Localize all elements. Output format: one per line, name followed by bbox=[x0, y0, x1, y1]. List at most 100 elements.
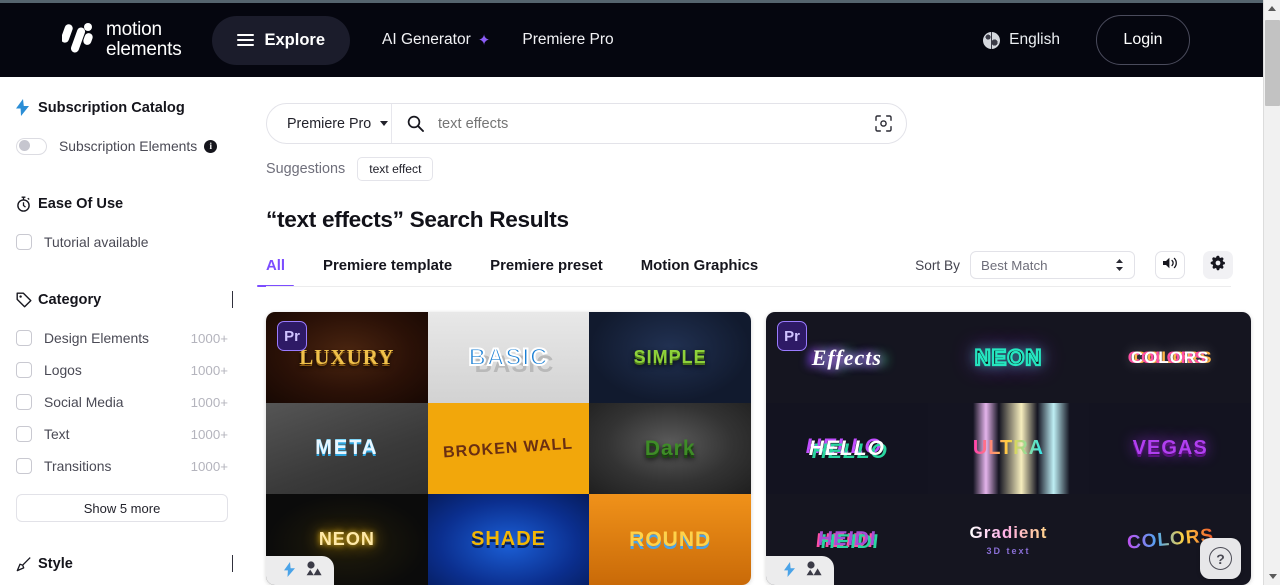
search-category-value: Premiere Pro bbox=[287, 115, 372, 132]
sort-by-label: Sort By bbox=[915, 257, 960, 273]
login-button[interactable]: Login bbox=[1096, 15, 1190, 65]
help-button[interactable]: ? bbox=[1200, 538, 1241, 579]
sidebar-item-label: Text bbox=[44, 426, 70, 442]
sidebar-section-title-style[interactable]: Style bbox=[16, 555, 250, 572]
nav-item-premiere-pro-label: Premiere Pro bbox=[522, 31, 614, 48]
preview-tile-text: NEON bbox=[318, 529, 375, 549]
preview-tile-text: Effects bbox=[811, 344, 882, 370]
language-selector[interactable]: English bbox=[983, 31, 1060, 49]
sidebar-item-label: Logos bbox=[44, 362, 82, 378]
info-icon[interactable]: i bbox=[204, 139, 218, 153]
card-badge-bar bbox=[266, 556, 334, 585]
visual-search-icon[interactable] bbox=[860, 114, 906, 133]
speaker-icon bbox=[1162, 256, 1178, 275]
tab-premiere-preset-label: Premiere preset bbox=[490, 258, 603, 274]
preview-tile: BASIC bbox=[427, 312, 590, 403]
sidebar-item-design-elements[interactable]: Design Elements 1000+ bbox=[16, 322, 250, 354]
logo-mark-icon bbox=[60, 20, 98, 60]
sort-by-select[interactable]: Best Match bbox=[970, 251, 1135, 279]
tab-premiere-template-label: Premiere template bbox=[323, 258, 453, 274]
chevron-up-icon[interactable] bbox=[232, 291, 233, 308]
card-preview-grid: LUXURY BASIC SIMPLE META BROKEN WALL Dar… bbox=[266, 312, 751, 585]
premiere-pro-badge-label: Pr bbox=[784, 327, 800, 345]
header-right-group: English Login bbox=[983, 15, 1190, 65]
question-mark-icon: ? bbox=[1209, 547, 1232, 570]
sidebar-item-label: Design Elements bbox=[44, 330, 150, 346]
preview-tile: VEGAS bbox=[1089, 403, 1251, 494]
stepper-arrows-icon bbox=[1115, 258, 1124, 272]
hamburger-icon bbox=[236, 30, 254, 50]
preview-tile: HELLO bbox=[766, 403, 928, 494]
logos-checkbox[interactable] bbox=[16, 362, 32, 378]
nav-item-premiere-pro[interactable]: Premiere Pro bbox=[522, 31, 613, 49]
transitions-checkbox[interactable] bbox=[16, 458, 32, 474]
chevron-up-icon[interactable] bbox=[232, 555, 233, 572]
result-card[interactable]: Pr LUXURY BASIC SIMPLE META BROKEN WALL … bbox=[266, 312, 751, 585]
tab-motion-graphics-label: Motion Graphics bbox=[640, 258, 759, 274]
sidebar-section-title-category[interactable]: Category bbox=[16, 291, 250, 308]
sidebar-section-style: Style Cute 1000+ bbox=[16, 555, 250, 585]
search-bar: Premiere Pro bbox=[266, 103, 907, 144]
tab-motion-graphics[interactable]: Motion Graphics bbox=[641, 258, 758, 287]
text-checkbox[interactable] bbox=[16, 426, 32, 442]
sort-controls: Sort By Best Match bbox=[915, 251, 1263, 287]
display-settings-button[interactable] bbox=[1203, 251, 1233, 279]
logo-text-line1: motion bbox=[106, 19, 162, 40]
scroll-down-button[interactable] bbox=[1264, 568, 1280, 585]
stopwatch-icon bbox=[16, 196, 38, 212]
tab-premiere-template[interactable]: Premiere template bbox=[323, 258, 452, 287]
help-label: ? bbox=[1216, 550, 1225, 567]
sidebar-item-social-media[interactable]: Social Media 1000+ bbox=[16, 386, 250, 418]
card-badge-bar bbox=[766, 556, 834, 585]
search-input[interactable] bbox=[438, 115, 860, 132]
sidebar-item-text[interactable]: Text 1000+ bbox=[16, 418, 250, 450]
tab-all[interactable]: All bbox=[256, 258, 295, 288]
audio-preview-button[interactable] bbox=[1155, 251, 1185, 279]
scroll-up-button[interactable] bbox=[1264, 0, 1280, 17]
preview-tile-text: BROKEN WALL bbox=[443, 435, 574, 462]
explore-button[interactable]: Explore bbox=[211, 15, 351, 65]
design-elements-checkbox[interactable] bbox=[16, 330, 32, 346]
brush-icon bbox=[16, 556, 38, 572]
preview-tile-text: SHADE bbox=[470, 528, 546, 550]
result-card[interactable]: Pr Effects NEON COLORS HELLO ULTRA VEGAS… bbox=[766, 312, 1251, 585]
nav-item-ai-generator[interactable]: AI Generator ✦ bbox=[382, 31, 490, 49]
scrollbar-thumb[interactable] bbox=[1265, 20, 1280, 106]
sort-by-value: Best Match bbox=[981, 257, 1048, 273]
sidebar-section-label: Ease Of Use bbox=[38, 196, 124, 212]
preview-tile-text: VEGAS bbox=[1132, 437, 1208, 459]
sidebar-section-title-subscription-catalog: Subscription Catalog bbox=[16, 99, 250, 116]
tabs-divider bbox=[266, 286, 1231, 287]
preview-tile: META bbox=[266, 403, 428, 494]
lightning-icon bbox=[16, 99, 38, 116]
sidebar-section-subscription-catalog: Subscription Catalog Subscription Elemen… bbox=[16, 99, 250, 162]
subscription-elements-toggle[interactable] bbox=[16, 137, 47, 155]
category-show-more-button[interactable]: Show 5 more bbox=[16, 494, 228, 522]
tab-all-label: All bbox=[266, 258, 286, 274]
search-category-dropdown[interactable]: Premiere Pro bbox=[267, 104, 392, 143]
sidebar-item-tutorial-available[interactable]: Tutorial available bbox=[16, 226, 250, 258]
tutorial-available-checkbox[interactable] bbox=[16, 234, 32, 250]
suggestion-chip-text-effect[interactable]: text effect bbox=[357, 157, 434, 181]
page-title: “text effects” Search Results bbox=[266, 207, 569, 232]
sidebar-item-transitions[interactable]: Transitions 1000+ bbox=[16, 450, 250, 482]
sidebar-item-logos[interactable]: Logos 1000+ bbox=[16, 354, 250, 386]
results-grid: Pr LUXURY BASIC SIMPLE META BROKEN WALL … bbox=[266, 312, 1263, 585]
sidebar-item-label: Social Media bbox=[44, 394, 124, 410]
preview-tile-text: LUXURY bbox=[299, 345, 395, 369]
preview-tile-text: COLORS bbox=[1130, 347, 1210, 367]
tab-premiere-preset[interactable]: Premiere preset bbox=[490, 258, 603, 287]
sidebar-item-subscription-elements[interactable]: Subscription Elements i bbox=[16, 130, 250, 162]
sidebar-section-label: Category bbox=[38, 292, 102, 308]
social-media-checkbox[interactable] bbox=[16, 394, 32, 410]
category-show-more-label: Show 5 more bbox=[83, 500, 161, 516]
page-scrollbar[interactable] bbox=[1263, 0, 1280, 585]
motionelements-logo[interactable]: motion elements bbox=[60, 19, 182, 60]
sidebar-item-label: Transitions bbox=[44, 458, 112, 474]
sidebar-item-count: 1000+ bbox=[190, 362, 228, 378]
site-header: motion elements Explore AI Generator ✦ P… bbox=[0, 3, 1263, 77]
sparkle-icon: ✦ bbox=[477, 31, 491, 49]
suggestions-label: Suggestions bbox=[266, 161, 346, 177]
sidebar-item-count: 1000+ bbox=[190, 426, 228, 442]
